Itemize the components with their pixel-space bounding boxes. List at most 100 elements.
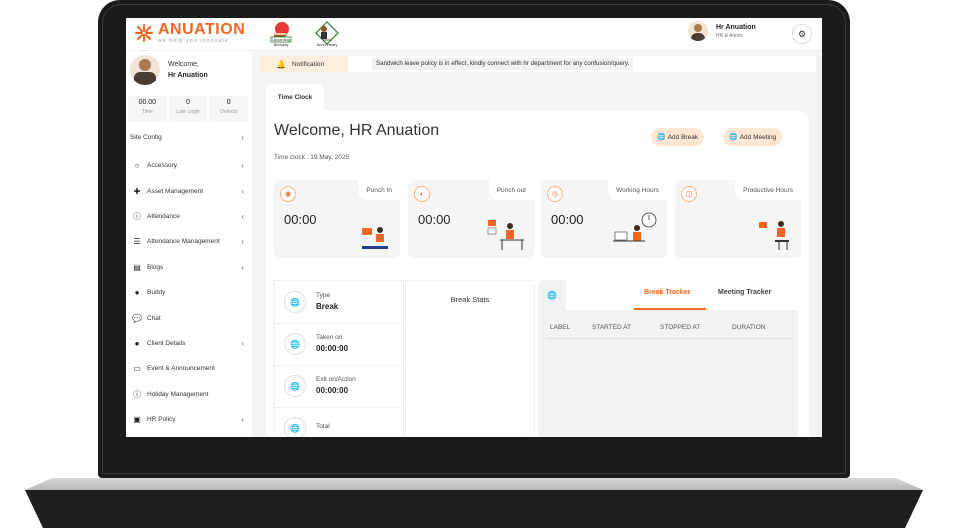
break-info-label: Taken on: [316, 334, 343, 341]
app-screen: ANUATION we help you innovate Upcoming B…: [126, 18, 822, 437]
logo-name: ANUATION: [158, 21, 246, 38]
section-label: Site Config: [130, 133, 162, 141]
app-logo[interactable]: ANUATION we help you innovate: [134, 22, 245, 44]
chevron-left-icon: ‹: [241, 415, 244, 425]
sidebar-item-hr-policy[interactable]: ▣ HR Policy ‹: [126, 407, 252, 432]
top-bar: ANUATION we help you innovate Upcoming B…: [126, 18, 822, 51]
column-header: STARTED AT: [592, 324, 632, 331]
user-role: HR & Admin: [716, 32, 744, 39]
stat-late-login: 0 Late Login: [168, 96, 208, 122]
welcome-greeting: Welcome,: [168, 61, 199, 68]
card-label: Punch In: [358, 180, 400, 200]
tab-break-tracker[interactable]: Break Tracker: [644, 289, 690, 296]
card-value: 00:00: [284, 212, 317, 227]
sidebar-item-asset-management[interactable]: ✚ Asset Management ‹: [126, 178, 252, 203]
break-info-panel: 🌐 Type Break 🌐 Taken on 00:00:00 🌐 Exit …: [274, 280, 404, 437]
birthday-badge-label: Upcoming Birthday: [271, 37, 290, 47]
sidebar-stats: 00.00 Time 0 Late Login 0 Defects: [128, 96, 249, 122]
sidebar-section-site-config[interactable]: Site Config ‹: [126, 127, 252, 147]
sidebar-item-buddy[interactable]: ● Buddy: [126, 280, 252, 305]
settings-button[interactable]: ⚙: [792, 24, 812, 44]
sidebar-item-label: Event & Announcement: [147, 365, 215, 373]
break-info-row: 🌐 Exit on/Action 00:00:00: [275, 365, 401, 408]
sidebar-item-label: Accessory: [147, 162, 177, 170]
card-value: 00:00: [418, 212, 451, 227]
stat-label: Late Login: [176, 109, 200, 115]
punch-out-card: ◐ Punch out 00:00: [408, 180, 534, 258]
tab-time-clock[interactable]: Time Clock: [266, 84, 324, 110]
notification-bar: 🔔 Notification Sandwich leave policy is …: [260, 56, 816, 72]
notification-tag[interactable]: 🔔 Notification: [260, 56, 348, 72]
working-hours-illustration: [613, 212, 657, 242]
productive-hours-illustration: [759, 221, 789, 250]
chevron-left-icon: ‹: [241, 262, 244, 272]
logo-mark-icon: [134, 23, 154, 43]
punch-in-illustration: [362, 227, 388, 249]
sidebar-item-label: Attendance Management: [147, 238, 220, 246]
sidebar-avatar: [130, 55, 160, 85]
circle-icon: ○: [134, 161, 140, 171]
sidebar-item-label: Chat: [147, 314, 161, 322]
add-break-button[interactable]: 🌐 Add Break: [651, 128, 705, 146]
page-title: Welcome, HR Anuation: [274, 122, 440, 139]
globe-icon: 🌐: [284, 291, 306, 313]
stat-label: Defects: [220, 109, 238, 115]
stat-value: 00.00: [138, 99, 157, 106]
stat-label: Time: [141, 109, 153, 115]
sidebar-item-attendance[interactable]: ⓘ Attendance ‹: [126, 204, 252, 229]
fingerprint-icon: ◉: [280, 186, 296, 202]
anniversary-badge[interactable]: Work Anniversary: [314, 20, 340, 47]
break-info-value: Break: [316, 302, 339, 311]
calendar-icon: ▭: [133, 364, 141, 374]
tracker-table-header: LABEL STARTED AT STOPPED AT DURATION: [546, 322, 791, 339]
laptop-hinge: [25, 478, 923, 490]
person-icon: ●: [134, 338, 140, 348]
card-value: 00:00: [551, 212, 584, 227]
globe-icon[interactable]: 🌐: [538, 280, 566, 310]
card-label: Punch out: [488, 180, 534, 200]
chevron-left-icon: ‹: [241, 211, 244, 221]
user-profile[interactable]: Hr Anuation HR & Admin: [688, 21, 756, 41]
tab-meeting-tracker[interactable]: Meeting Tracker: [718, 289, 771, 296]
chevron-left-icon: ‹: [241, 161, 244, 171]
sidebar-item-client-details[interactable]: ● Client Details ‹: [126, 331, 252, 356]
sidebar-item-accessory[interactable]: ○ Accessory ‹: [126, 153, 252, 178]
sidebar-item-attendance-management[interactable]: ☰ Attendance Management ‹: [126, 229, 252, 254]
sidebar-item-event-announcement[interactable]: ▭ Event & Announcement: [126, 356, 252, 381]
productive-hours-card: ◫ Productive Hours: [675, 180, 801, 258]
sidebar-menu: Site Config ‹ ○ Accessory ‹ ✚ Asset Mana…: [126, 133, 252, 432]
globe-icon: 🌐: [284, 375, 306, 397]
stat-value: 0: [226, 99, 231, 106]
list-icon: ☰: [133, 237, 141, 247]
add-meeting-button[interactable]: 🌐 Add Meeting: [723, 128, 783, 146]
gear-icon: ⚙: [797, 28, 807, 39]
sidebar: Welcome, Hr Anuation 00.00 Time 0 Late L…: [126, 51, 252, 437]
break-info-row: 🌐 Total: [275, 407, 401, 437]
blog-icon: ▤: [133, 262, 141, 272]
break-info-row: 🌐 Type Break: [275, 281, 401, 324]
break-info-label: Total: [316, 423, 330, 430]
sidebar-item-label: Client Details: [147, 339, 186, 347]
page-subtitle: Time clock : 19 May, 2025: [274, 154, 350, 161]
sidebar-welcome: Welcome, Hr Anuation: [130, 55, 208, 85]
sidebar-item-chat[interactable]: 💬 Chat: [126, 305, 252, 330]
sidebar-item-label: Buddy: [147, 289, 166, 297]
stat-defects: 0 Defects: [209, 96, 249, 122]
birthday-badge[interactable]: Upcoming Birthday: [268, 20, 294, 47]
laptop-base: [25, 490, 923, 528]
stat-time: 00.00 Time: [128, 96, 167, 122]
break-info-value: 00:00:00: [316, 386, 349, 395]
person-icon: ●: [134, 288, 140, 298]
column-header: DURATION: [732, 324, 766, 331]
alert-icon: ⓘ: [133, 389, 141, 399]
sidebar-item-holiday-management[interactable]: ⓘ Holiday Management: [126, 382, 252, 407]
punch-out-illustration: [487, 220, 524, 250]
sidebar-item-label: Blogs: [147, 263, 164, 271]
working-hours-card: ◷ Working Hours 00:00: [541, 180, 667, 258]
sidebar-item-label: Attendance: [147, 212, 180, 220]
column-header: LABEL: [550, 324, 571, 331]
stat-value: 0: [186, 99, 190, 106]
alert-icon: ⓘ: [133, 211, 141, 221]
notification-message: Sandwich leave policy is in effect, kind…: [372, 58, 634, 70]
sidebar-item-blogs[interactable]: ▤ Blogs ‹: [126, 255, 252, 280]
